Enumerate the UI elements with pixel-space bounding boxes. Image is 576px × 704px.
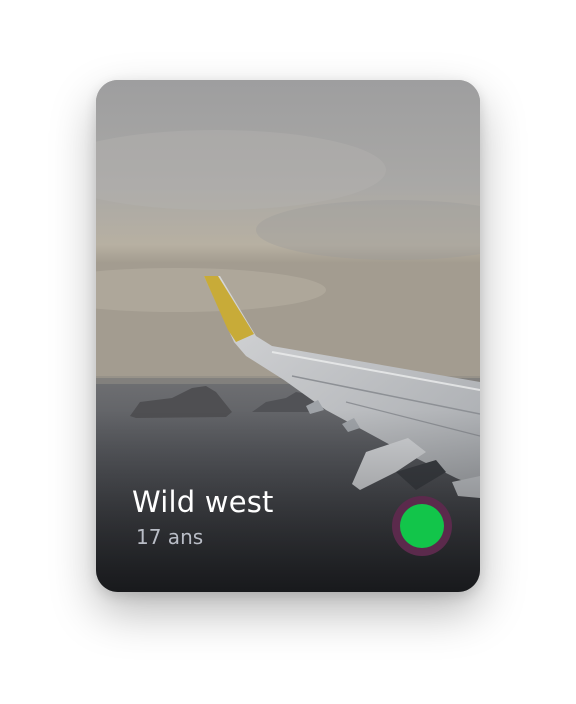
online-status-indicator[interactable] [392, 496, 452, 556]
profile-info: Wild west 17 ans [132, 484, 274, 550]
online-status-dot-icon [400, 504, 444, 548]
profile-age: 17 ans [136, 525, 204, 549]
profile-card[interactable]: Wild west 17 ans [96, 80, 480, 592]
profile-name: Wild west [132, 485, 274, 519]
